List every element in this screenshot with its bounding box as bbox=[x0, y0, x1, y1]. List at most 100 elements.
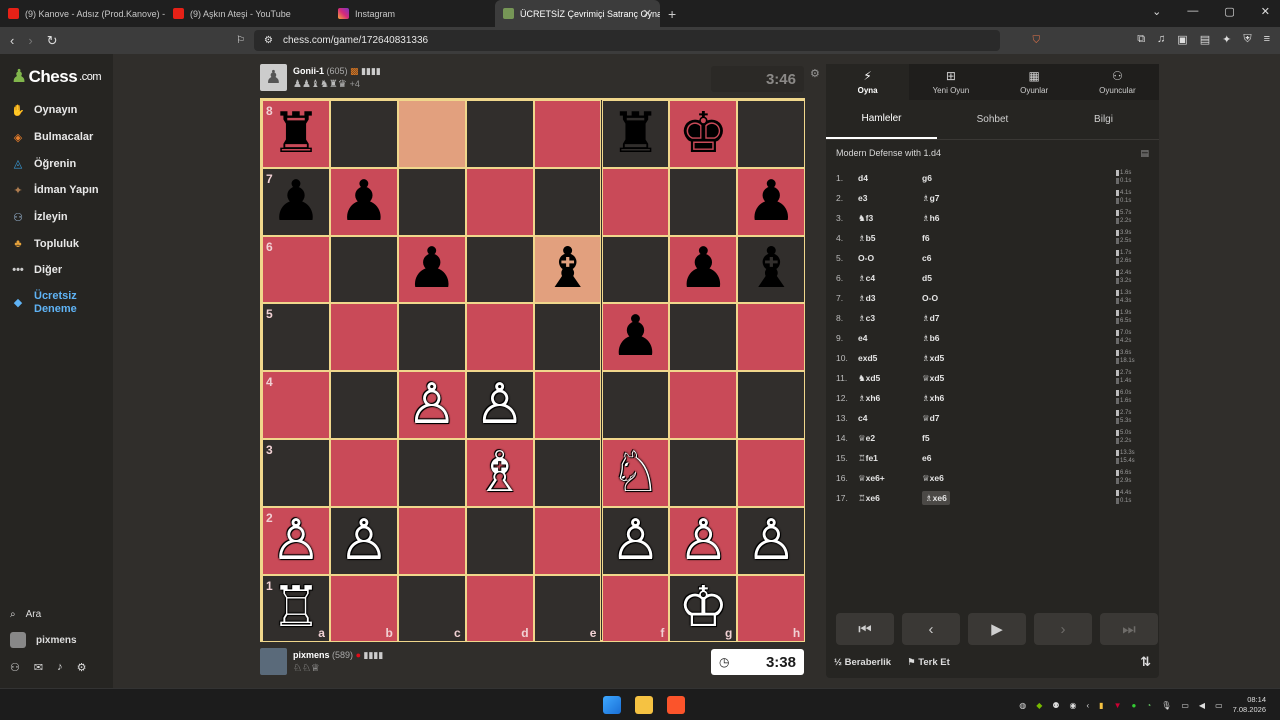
tab-board-grid[interactable]: ▦ Oyunlar bbox=[993, 64, 1076, 100]
black-move[interactable]: ♗g7 bbox=[922, 193, 940, 203]
menu-icon[interactable]: ≡ bbox=[1264, 33, 1270, 46]
square-g4[interactable] bbox=[669, 371, 738, 439]
black-move[interactable]: e6 bbox=[922, 453, 931, 463]
piece-h6[interactable]: ♝ bbox=[746, 241, 796, 297]
search-item[interactable]: ⌕ Ara bbox=[10, 601, 86, 627]
piece-d3[interactable]: ♗ bbox=[475, 444, 525, 501]
square-c1[interactable]: c bbox=[397, 574, 466, 643]
browser-tab-4[interactable]: ÜCRETSİZ Çevrimiçi Satranç Oyna ✕ bbox=[495, 0, 660, 27]
square-h5[interactable] bbox=[737, 303, 806, 372]
battery-icon[interactable]: ▭ bbox=[1215, 701, 1223, 710]
wallet-icon[interactable]: ▤ bbox=[1200, 33, 1210, 46]
square-b6[interactable] bbox=[329, 235, 398, 304]
square-c2[interactable] bbox=[397, 506, 466, 575]
square-h3[interactable] bbox=[737, 439, 806, 507]
chess-board[interactable]: ♜ 8 ♜ ♚ ♟ 7 ♟ ♟ 6 ♟ ♝ ♟ ♝ 5 ♟ 4 ♙ ♙ 3 ♗ ♘ ♙ 2 ♙ ♙ ♙ ♙ ♖ 1 a b c d e f ♔ g h bbox=[260, 98, 806, 643]
piece-h2[interactable]: ♙ bbox=[746, 512, 796, 569]
tab-lightning[interactable]: ⚡ Oyna bbox=[826, 64, 910, 100]
square-g2[interactable]: ♙ bbox=[669, 506, 738, 575]
square-e2[interactable] bbox=[533, 506, 602, 575]
player-name[interactable]: pixmens bbox=[293, 650, 330, 660]
white-move[interactable]: O-O bbox=[858, 253, 922, 263]
white-move[interactable]: ♞f3 bbox=[858, 213, 922, 224]
piece-d4[interactable]: ♙ bbox=[475, 377, 525, 433]
sidebar-item-trial[interactable]: ◆ Ücretsiz Deneme bbox=[10, 290, 99, 317]
draw-button[interactable]: ½ Beraberlik bbox=[834, 657, 891, 668]
square-g6[interactable]: ♟ bbox=[669, 235, 738, 304]
sidebar-item-4[interactable]: ⚇ İzleyin bbox=[10, 204, 99, 231]
square-g5[interactable] bbox=[669, 303, 738, 372]
black-move[interactable]: f5 bbox=[922, 433, 930, 443]
tray-icon[interactable]: ● bbox=[1132, 701, 1137, 710]
square-f6[interactable] bbox=[601, 235, 670, 304]
piece-b7[interactable]: ♟ bbox=[339, 173, 389, 230]
piece-a1[interactable]: ♖ bbox=[271, 580, 321, 636]
discord-icon[interactable]: ◉ bbox=[1070, 701, 1077, 710]
maximize-icon[interactable]: ▢ bbox=[1224, 5, 1234, 18]
volume-icon[interactable]: ◀ bbox=[1199, 701, 1205, 710]
square-c6[interactable]: ♟ bbox=[397, 235, 466, 304]
black-move[interactable]: ♗xd5 bbox=[922, 353, 944, 363]
player-avatar[interactable] bbox=[260, 648, 287, 675]
piece-a7[interactable]: ♟ bbox=[271, 173, 321, 230]
next-move-button[interactable]: › bbox=[1034, 613, 1092, 645]
piece-g2[interactable]: ♙ bbox=[678, 512, 728, 569]
white-move[interactable]: ♖fe1 bbox=[858, 453, 922, 464]
black-move[interactable]: ♗b6 bbox=[922, 333, 940, 343]
mic-icon[interactable]: 🎙︎ bbox=[1161, 701, 1171, 710]
first-move-button[interactable]: ⏮ bbox=[836, 613, 894, 645]
square-a7[interactable]: ♟ 7 bbox=[262, 167, 330, 236]
prev-move-button[interactable]: ‹ bbox=[902, 613, 960, 645]
white-move[interactable]: ♗c3 bbox=[858, 313, 922, 324]
white-move[interactable]: ♗d3 bbox=[858, 293, 922, 304]
square-g7[interactable] bbox=[669, 167, 738, 236]
square-g8[interactable]: ♚ bbox=[669, 100, 738, 168]
square-f3[interactable]: ♘ bbox=[601, 439, 670, 507]
square-e1[interactable]: e bbox=[533, 574, 602, 643]
square-f5[interactable]: ♟ bbox=[601, 303, 670, 372]
white-move[interactable]: c4 bbox=[858, 413, 922, 423]
piece-f5[interactable]: ♟ bbox=[610, 309, 660, 365]
square-d4[interactable]: ♙ bbox=[465, 371, 534, 439]
back-icon[interactable]: ‹ bbox=[10, 33, 14, 49]
tray-icon[interactable]: ⚉ bbox=[1052, 701, 1059, 710]
square-f2[interactable]: ♙ bbox=[601, 506, 670, 575]
square-b5[interactable] bbox=[329, 303, 398, 372]
square-a3[interactable]: 3 bbox=[262, 439, 330, 507]
sidebar-item-0[interactable]: ✋ Oynayın bbox=[10, 97, 99, 124]
black-move[interactable]: f6 bbox=[922, 233, 930, 243]
piece-g1[interactable]: ♔ bbox=[678, 580, 728, 636]
square-d2[interactable] bbox=[465, 506, 534, 575]
square-b7[interactable]: ♟ bbox=[329, 167, 398, 236]
chess-logo[interactable]: ♟ Chess .com bbox=[11, 66, 102, 87]
black-move[interactable]: ♕xd5 bbox=[922, 373, 944, 383]
vpn-icon[interactable]: ⛨ bbox=[1243, 33, 1251, 46]
square-d7[interactable] bbox=[465, 167, 534, 236]
square-e7[interactable] bbox=[533, 167, 602, 236]
white-move[interactable]: ♕e2 bbox=[858, 433, 922, 444]
music-icon[interactable]: ♫ bbox=[1157, 33, 1165, 46]
square-c3[interactable] bbox=[397, 439, 466, 507]
square-g1[interactable]: ♔ g bbox=[669, 574, 738, 643]
square-b2[interactable]: ♙ bbox=[329, 506, 398, 575]
white-move[interactable]: exd5 bbox=[858, 353, 922, 363]
brave-browser-icon[interactable] bbox=[667, 696, 685, 714]
close-window-icon[interactable]: ✕ bbox=[1261, 5, 1270, 18]
piece-c4[interactable]: ♙ bbox=[407, 377, 457, 433]
opponent-name[interactable]: Gonii-1 bbox=[293, 66, 324, 76]
black-move[interactable]: g6 bbox=[922, 173, 932, 183]
subtab-2[interactable]: Bilgi bbox=[1048, 100, 1159, 139]
clock-date[interactable]: 08:14 7.08.2026 bbox=[1233, 695, 1266, 715]
extensions-icon[interactable]: ⧉ bbox=[1137, 33, 1145, 46]
square-e8[interactable] bbox=[533, 100, 602, 168]
piece-b2[interactable]: ♙ bbox=[339, 512, 389, 569]
square-f4[interactable] bbox=[601, 371, 670, 439]
mail-icon[interactable]: ✉ bbox=[34, 661, 43, 674]
sidebar-toggle-icon[interactable]: ▣ bbox=[1177, 33, 1187, 46]
black-move[interactable]: c6 bbox=[922, 253, 931, 263]
white-move[interactable]: ♗b5 bbox=[858, 233, 922, 244]
square-d8[interactable] bbox=[465, 100, 534, 168]
square-c8[interactable] bbox=[397, 100, 466, 168]
sidebar-item-5[interactable]: ♣ Topluluk bbox=[10, 230, 99, 257]
piece-e6[interactable]: ♝ bbox=[542, 241, 592, 297]
